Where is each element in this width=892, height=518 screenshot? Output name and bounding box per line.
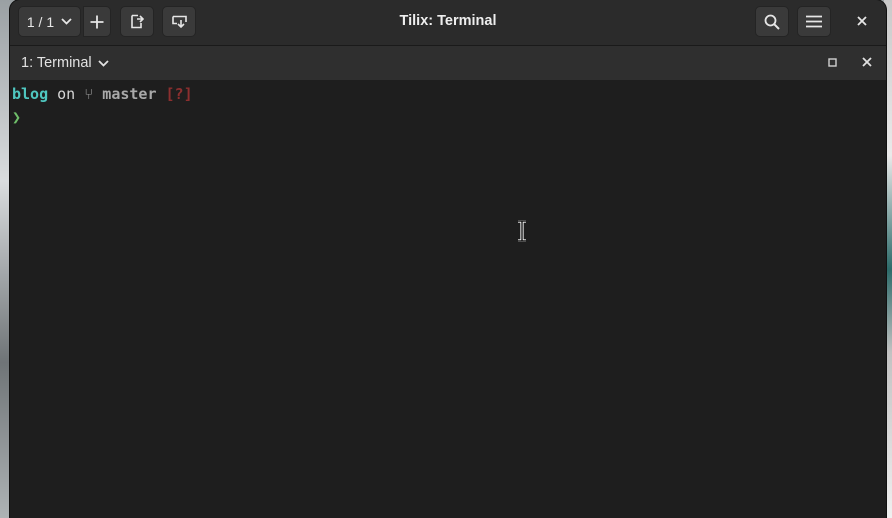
terminal-title-dropdown[interactable]: 1: Terminal (21, 46, 109, 80)
header-bar: 1 / 1 Tilix: Terminal (10, 0, 886, 46)
split-down-icon (171, 15, 187, 29)
tilix-window: 1 / 1 Tilix: Terminal 1: Terminal blog o… (10, 0, 886, 518)
git-status: [?] (165, 85, 193, 103)
close-icon (862, 54, 872, 72)
split-down-button[interactable] (162, 6, 196, 37)
current-directory: blog (12, 85, 49, 103)
hamburger-menu-icon (806, 15, 822, 28)
git-branch-icon: ⑂ (84, 85, 94, 103)
terminal-titlebar: 1: Terminal (10, 46, 886, 80)
terminal-close-button[interactable] (858, 54, 876, 72)
session-counter: 1 / 1 (26, 13, 55, 30)
split-right-icon (130, 14, 144, 29)
prompt-char: ❯ (12, 108, 22, 126)
desktop-background: 1 / 1 Tilix: Terminal 1: Terminal blog o… (0, 0, 892, 518)
search-icon (764, 14, 780, 30)
close-icon (857, 13, 867, 31)
plus-icon (90, 15, 104, 29)
text-cursor-icon (518, 220, 526, 242)
terminal-maximize-button[interactable] (824, 55, 840, 71)
window-close-button[interactable] (848, 6, 876, 37)
search-button[interactable] (755, 6, 789, 37)
maximize-icon (827, 54, 837, 72)
session-switcher-button[interactable]: 1 / 1 (18, 6, 81, 37)
split-right-button[interactable] (120, 6, 154, 37)
chevron-down-icon (61, 18, 72, 25)
prompt-info-line: blog on ⑂ master [?] (12, 83, 193, 105)
terminal-title: 1: Terminal (21, 55, 92, 71)
main-menu-button[interactable] (797, 6, 831, 37)
add-session-button[interactable] (83, 6, 111, 37)
git-branch: master (102, 85, 157, 103)
terminal-area[interactable]: blog on ⑂ master [?] ❯ (10, 80, 886, 518)
on-word: on (57, 85, 76, 103)
chevron-down-icon (98, 55, 109, 71)
prompt-input-line[interactable]: ❯ (12, 106, 30, 128)
